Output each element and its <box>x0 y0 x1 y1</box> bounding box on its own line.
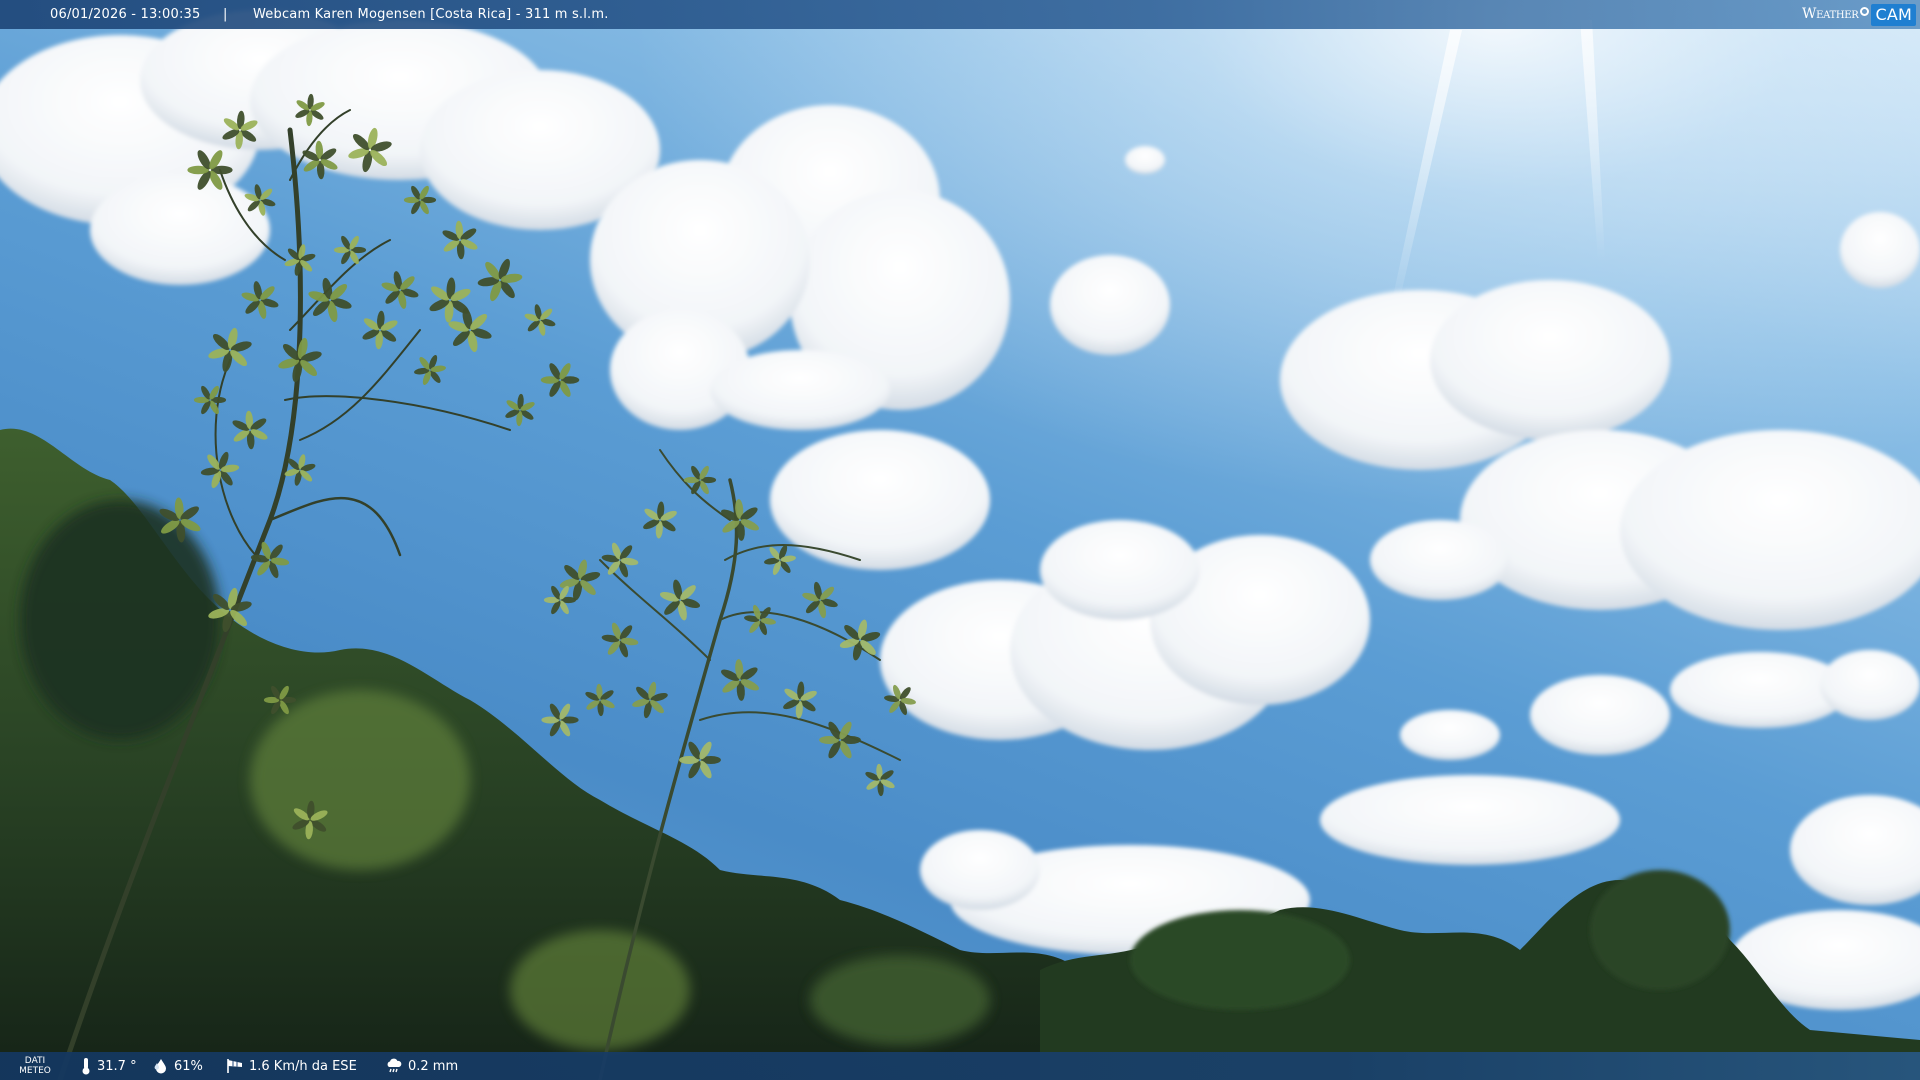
meteo-label-line1: DATI <box>24 1056 46 1066</box>
thermometer-icon <box>82 1058 90 1075</box>
webcam-frame: 06/01/2026 - 13:00:35 | Webcam Karen Mog… <box>0 0 1920 1080</box>
logo-cam-text: CAM <box>1871 3 1916 26</box>
timestamp: 06/01/2026 - 13:00:35 <box>50 7 201 22</box>
meteo-label-line2: METEO <box>19 1066 51 1076</box>
temperature-readout: 31.7 ° <box>80 1052 137 1080</box>
logo-weather-text: Weather <box>1801 6 1859 22</box>
weathercam-logo: Weather CAM <box>1802 0 1920 29</box>
wind-readout: 1.6 Km/h da ESE <box>226 1052 357 1080</box>
top-info-bar: 06/01/2026 - 13:00:35 | Webcam Karen Mog… <box>0 0 1920 29</box>
droplet-icon <box>154 1059 166 1074</box>
meteo-data-bar: DATI METEO 31.7 ° 61% 1.6 Km/h da ESE 0.… <box>0 1052 1920 1080</box>
meteo-label: DATI METEO <box>18 1052 52 1080</box>
title-separator: | <box>223 7 228 22</box>
rain-readout: 0.2 mm <box>385 1052 458 1080</box>
wind-sock-icon <box>227 1059 242 1073</box>
rain-value: 0.2 mm <box>408 1058 459 1074</box>
webcam-title: Webcam Karen Mogensen [Costa Rica] - 311… <box>253 7 609 22</box>
rain-cloud-icon <box>387 1058 402 1073</box>
webcam-scene <box>0 0 1920 1080</box>
temperature-value: 31.7 ° <box>97 1058 137 1074</box>
humidity-readout: 61% <box>153 1052 203 1080</box>
humidity-value: 61% <box>174 1058 203 1074</box>
wind-value: 1.6 Km/h da ESE <box>249 1058 357 1074</box>
logo-ring-icon <box>1860 7 1870 16</box>
